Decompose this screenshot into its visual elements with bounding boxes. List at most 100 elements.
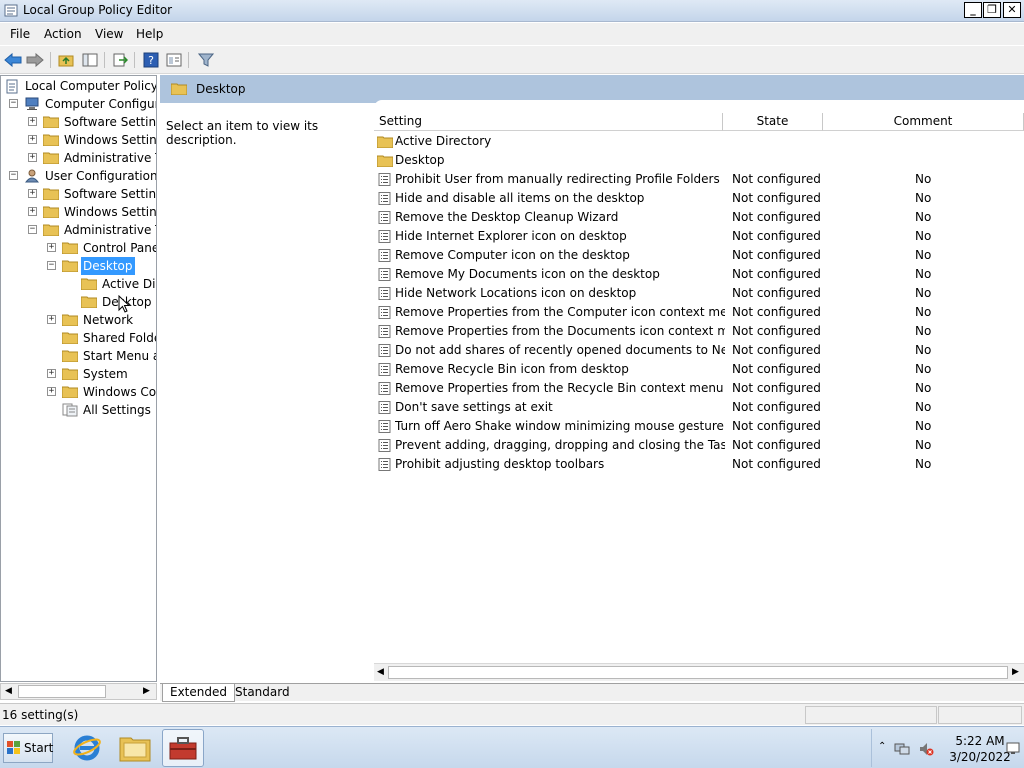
expand-icon[interactable]: +: [28, 153, 37, 162]
table-row[interactable]: Remove Properties from the Computer icon…: [374, 303, 1024, 322]
back-arrow-icon: [4, 53, 22, 67]
tree-item-windows-components[interactable]: + Windows Cor: [1, 383, 156, 401]
table-row[interactable]: Hide and disable all items on the deskto…: [374, 189, 1024, 208]
menu-file[interactable]: File: [10, 27, 30, 41]
tab-extended[interactable]: Extended: [162, 684, 235, 702]
tree-item-desktop-sub[interactable]: Desktop: [1, 293, 156, 311]
tree-item-uc-administrative-templates[interactable]: − Administrative Te: [1, 221, 156, 239]
scroll-right-icon[interactable]: ▶: [1012, 667, 1019, 677]
column-header-state[interactable]: State: [723, 113, 823, 131]
tree-item-start-menu[interactable]: Start Menu ar: [1, 347, 156, 365]
tree-item-active-directory[interactable]: Active Dir: [1, 275, 156, 293]
title-bar: Local Group Policy Editor _ ❐ ✕: [0, 0, 1024, 22]
help-button[interactable]: ?: [141, 50, 161, 70]
tree-item-cc-administrative-templates[interactable]: + Administrative Te: [1, 149, 156, 167]
table-row[interactable]: Do not add shares of recently opened doc…: [374, 341, 1024, 360]
collapse-icon[interactable]: −: [47, 261, 56, 270]
tree-item-uc-windows-settings[interactable]: + Windows Setting: [1, 203, 156, 221]
table-row[interactable]: Remove Computer icon on the desktop Not …: [374, 246, 1024, 265]
taskbar-internet-explorer[interactable]: [66, 729, 108, 767]
table-row[interactable]: Prevent adding, dragging, dropping and c…: [374, 436, 1024, 455]
tree-item-cc-windows-settings[interactable]: + Windows Setting: [1, 131, 156, 149]
tree-horizontal-scrollbar[interactable]: ◀ ▶: [0, 683, 157, 700]
expand-icon[interactable]: +: [47, 387, 56, 396]
show-desktop-icon[interactable]: [1006, 741, 1020, 755]
start-button[interactable]: Start: [3, 733, 53, 763]
expand-icon[interactable]: +: [28, 189, 37, 198]
minimize-button[interactable]: _: [964, 2, 982, 18]
close-button[interactable]: ✕: [1003, 2, 1021, 18]
show-hide-tree-button[interactable]: [80, 50, 100, 70]
table-row[interactable]: Hide Network Locations icon on desktop N…: [374, 284, 1024, 303]
show-hidden-icons-icon[interactable]: ⌃: [878, 741, 886, 752]
forward-button[interactable]: [25, 50, 45, 70]
policy-setting-icon: [378, 382, 391, 395]
list-item-folder[interactable]: Desktop: [374, 151, 1024, 170]
menu-action[interactable]: Action: [44, 27, 82, 41]
scroll-left-icon[interactable]: ◀: [377, 667, 384, 677]
scrollbar-thumb[interactable]: [388, 666, 1008, 679]
table-row[interactable]: Remove My Documents icon on the desktop …: [374, 265, 1024, 284]
expand-icon[interactable]: +: [28, 135, 37, 144]
system-tray: ⌃ 5:22 AM 3/20/2022: [871, 729, 1024, 767]
collapse-icon[interactable]: −: [9, 171, 18, 180]
console-tree[interactable]: Local Computer Policy − Computer Configu…: [0, 75, 157, 682]
tree-item-cc-software-settings[interactable]: + Software Settings: [1, 113, 156, 131]
table-row[interactable]: Prohibit User from manually redirecting …: [374, 170, 1024, 189]
tree-item-desktop[interactable]: − Desktop: [1, 257, 156, 275]
tree-item-control-panel[interactable]: + Control Panel: [1, 239, 156, 257]
export-list-button[interactable]: [110, 50, 130, 70]
column-header-setting[interactable]: Setting: [374, 113, 723, 131]
window-title: Local Group Policy Editor: [23, 3, 173, 17]
expand-icon[interactable]: +: [28, 207, 37, 216]
taskbar-windows-explorer[interactable]: [114, 729, 156, 767]
expand-icon[interactable]: +: [47, 243, 56, 252]
tree-item-computer-configuration[interactable]: − Computer Configura: [1, 95, 156, 113]
table-row[interactable]: Remove Properties from the Documents ico…: [374, 322, 1024, 341]
table-row[interactable]: Remove Recycle Bin icon from desktop Not…: [374, 360, 1024, 379]
expand-icon[interactable]: +: [47, 369, 56, 378]
table-row[interactable]: Prohibit adjusting desktop toolbars Not …: [374, 455, 1024, 474]
filter-button[interactable]: [196, 50, 216, 70]
folder-icon: [81, 278, 97, 290]
scrollbar-thumb[interactable]: [18, 685, 106, 698]
setting-name: Prevent adding, dragging, dropping and c…: [395, 438, 725, 452]
description-text: Select an item to view its description.: [166, 119, 319, 147]
toolbar-separator: [188, 52, 189, 68]
restore-button[interactable]: ❐: [983, 2, 1001, 18]
folder-icon: [43, 152, 59, 164]
collapse-icon[interactable]: −: [9, 99, 18, 108]
properties-button[interactable]: [164, 50, 184, 70]
up-one-level-button[interactable]: [56, 50, 76, 70]
tab-standard[interactable]: Standard: [228, 684, 297, 702]
list-item-folder[interactable]: Active Directory: [374, 132, 1024, 151]
scroll-left-icon[interactable]: ◀: [5, 686, 12, 696]
back-button[interactable]: [3, 50, 23, 70]
list-horizontal-scrollbar[interactable]: ◀ ▶: [374, 663, 1024, 681]
tree-item-shared-folders[interactable]: Shared Folder: [1, 329, 156, 347]
table-row[interactable]: Remove Properties from the Recycle Bin c…: [374, 379, 1024, 398]
menu-view[interactable]: View: [95, 27, 123, 41]
setting-name: Remove Recycle Bin icon from desktop: [395, 362, 629, 376]
tree-item-network[interactable]: + Network: [1, 311, 156, 329]
tree-item-user-configuration[interactable]: − User Configuration: [1, 167, 156, 185]
table-row[interactable]: Hide Internet Explorer icon on desktop N…: [374, 227, 1024, 246]
column-header-comment[interactable]: Comment: [823, 113, 1024, 131]
setting-name: Remove Properties from the Computer icon…: [395, 305, 725, 319]
expand-icon[interactable]: +: [28, 117, 37, 126]
tree-item-all-settings[interactable]: All Settings: [1, 401, 156, 419]
collapse-icon[interactable]: −: [28, 225, 37, 234]
expand-icon[interactable]: +: [47, 315, 56, 324]
menu-help[interactable]: Help: [136, 27, 163, 41]
scroll-right-icon[interactable]: ▶: [143, 686, 150, 696]
table-row[interactable]: Remove the Desktop Cleanup Wizard Not co…: [374, 208, 1024, 227]
volume-muted-icon[interactable]: [918, 741, 934, 757]
tree-item-local-computer-policy[interactable]: Local Computer Policy: [1, 77, 156, 95]
network-icon[interactable]: [894, 741, 910, 757]
table-row[interactable]: Don't save settings at exit Not configur…: [374, 398, 1024, 417]
table-row[interactable]: Turn off Aero Shake window minimizing mo…: [374, 417, 1024, 436]
taskbar-group-policy-editor[interactable]: [162, 729, 204, 767]
tree-item-system[interactable]: + System: [1, 365, 156, 383]
tree-item-uc-software-settings[interactable]: + Software Settings: [1, 185, 156, 203]
policy-setting-icon: [378, 230, 391, 243]
